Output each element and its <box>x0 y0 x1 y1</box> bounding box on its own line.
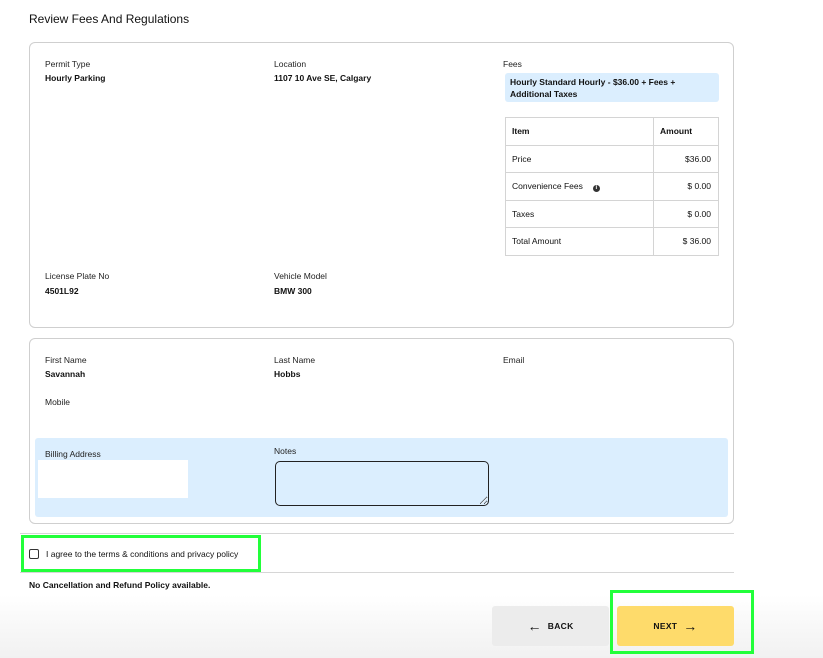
license-plate-label: License Plate No <box>45 271 110 281</box>
vehicle-model-label: Vehicle Model <box>274 271 327 281</box>
permit-type-value: Hourly Parking <box>45 73 106 83</box>
fee-amount: $ 0.00 <box>653 199 719 228</box>
fee-row-convenience: Convenience Fees i $ 0.00 <box>505 172 719 201</box>
fee-item: Total Amount <box>505 227 654 256</box>
fee-item: Convenience Fees <box>512 180 583 191</box>
fee-table: Item Amount Price $36.00 Convenience Fee… <box>505 117 719 256</box>
fee-table-header-amount: Amount <box>653 117 719 146</box>
arrow-right-icon: → <box>683 618 698 634</box>
billing-notes-section: Billing Address Notes <box>35 438 728 517</box>
fee-table-header-row: Item Amount <box>505 117 719 146</box>
next-button-label: NEXT <box>653 621 678 631</box>
first-name-value: Savannah <box>45 369 86 379</box>
fee-amount: $36.00 <box>653 144 719 173</box>
arrow-left-icon: ← <box>527 618 542 634</box>
notes-textarea[interactable] <box>275 461 489 506</box>
location-label: Location <box>274 59 307 69</box>
divider <box>20 533 734 534</box>
first-name-label: First Name <box>45 355 87 365</box>
fees-label: Fees <box>503 59 522 69</box>
fee-item-cell: Convenience Fees i <box>505 172 654 201</box>
fee-row-price: Price $36.00 <box>505 144 719 173</box>
fees-summary: Hourly Standard Hourly - $36.00 + Fees +… <box>505 73 719 102</box>
terms-agreement[interactable]: I agree to the terms & conditions and pr… <box>21 535 261 572</box>
location-value: 1107 10 Ave SE, Calgary <box>274 73 372 83</box>
billing-address-label: Billing Address <box>45 449 101 459</box>
info-icon[interactable]: i <box>592 184 600 192</box>
email-label: Email <box>503 355 525 365</box>
fee-amount: $ 36.00 <box>653 227 719 256</box>
last-name-value: Hobbs <box>274 369 301 379</box>
fee-row-total: Total Amount $ 36.00 <box>505 227 719 256</box>
fee-item: Price <box>505 144 654 173</box>
billing-address-field[interactable] <box>38 460 188 498</box>
contact-details-card: First Name Savannah Last Name Hobbs Emai… <box>29 338 734 524</box>
back-button-label: BACK <box>547 621 574 631</box>
permit-type-label: Permit Type <box>45 59 91 69</box>
license-plate-value: 4501L92 <box>45 286 79 296</box>
divider <box>20 572 734 573</box>
back-button[interactable]: ← BACK <box>492 606 609 646</box>
permit-details-card: Permit Type Hourly Parking Location 1107… <box>29 42 734 328</box>
policy-text: No Cancellation and Refund Policy availa… <box>29 580 211 590</box>
notes-label: Notes <box>274 446 297 456</box>
vehicle-model-value: BMW 300 <box>274 286 312 296</box>
terms-checkbox[interactable] <box>29 548 39 559</box>
mobile-label: Mobile <box>45 397 71 407</box>
fee-row-taxes: Taxes $ 0.00 <box>505 199 719 228</box>
fee-item: Taxes <box>505 199 654 228</box>
fee-amount: $ 0.00 <box>653 172 719 201</box>
page-title: Review Fees And Regulations <box>29 12 190 26</box>
next-button[interactable]: NEXT → <box>617 606 734 646</box>
last-name-label: Last Name <box>274 355 316 365</box>
terms-label[interactable]: I agree to the terms & conditions and pr… <box>46 549 238 559</box>
fee-table-header-item: Item <box>505 117 654 146</box>
